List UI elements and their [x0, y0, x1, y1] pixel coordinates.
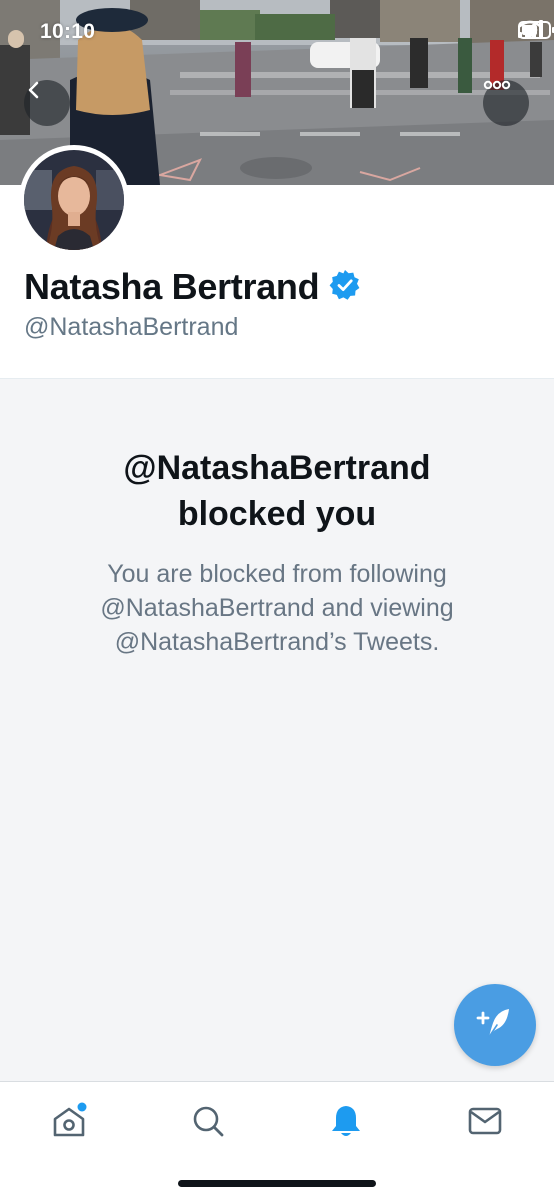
compose-tweet-icon	[475, 1003, 515, 1048]
mail-icon	[466, 1102, 504, 1145]
tab-home[interactable]	[44, 1098, 94, 1148]
tab-notifications[interactable]	[321, 1098, 371, 1148]
display-name-row: Natasha Bertrand	[24, 266, 361, 308]
blocked-title: @NatashaBertrand blocked you	[0, 445, 554, 537]
tab-messages[interactable]	[460, 1098, 510, 1148]
display-name: Natasha Bertrand	[24, 266, 320, 307]
blocked-message-line: You are blocked from following	[107, 560, 447, 588]
profile-screen: 10:10 Natasha Bertrand @NatashaBertrand …	[0, 0, 554, 1200]
status-bar: 10:10	[0, 0, 554, 62]
blocked-message-line: @NatashaBertrand’s Tweets.	[114, 628, 440, 656]
compose-tweet-button[interactable]	[454, 984, 536, 1066]
back-button[interactable]	[24, 80, 70, 126]
blocked-message: You are blocked from following @NatashaB…	[0, 557, 554, 659]
status-time: 10:10	[40, 20, 96, 43]
more-options-button[interactable]	[483, 80, 529, 126]
blocked-title-text: blocked you	[177, 495, 377, 533]
avatar-image	[24, 150, 124, 250]
home-indicator	[178, 1180, 376, 1187]
profile-handle: @NatashaBertrand	[24, 313, 239, 341]
avatar[interactable]	[19, 145, 129, 255]
tab-search[interactable]	[183, 1098, 233, 1148]
home-icon	[50, 1102, 88, 1145]
bell-icon	[327, 1102, 365, 1145]
blocked-panel: @NatashaBertrand blocked you You are blo…	[0, 379, 554, 1081]
blocked-title-handle: @NatashaBertrand	[123, 449, 431, 487]
search-icon	[189, 1102, 227, 1145]
blocked-message-line: @NatashaBertrand and viewing	[100, 594, 454, 622]
verified-badge-icon	[329, 269, 361, 306]
